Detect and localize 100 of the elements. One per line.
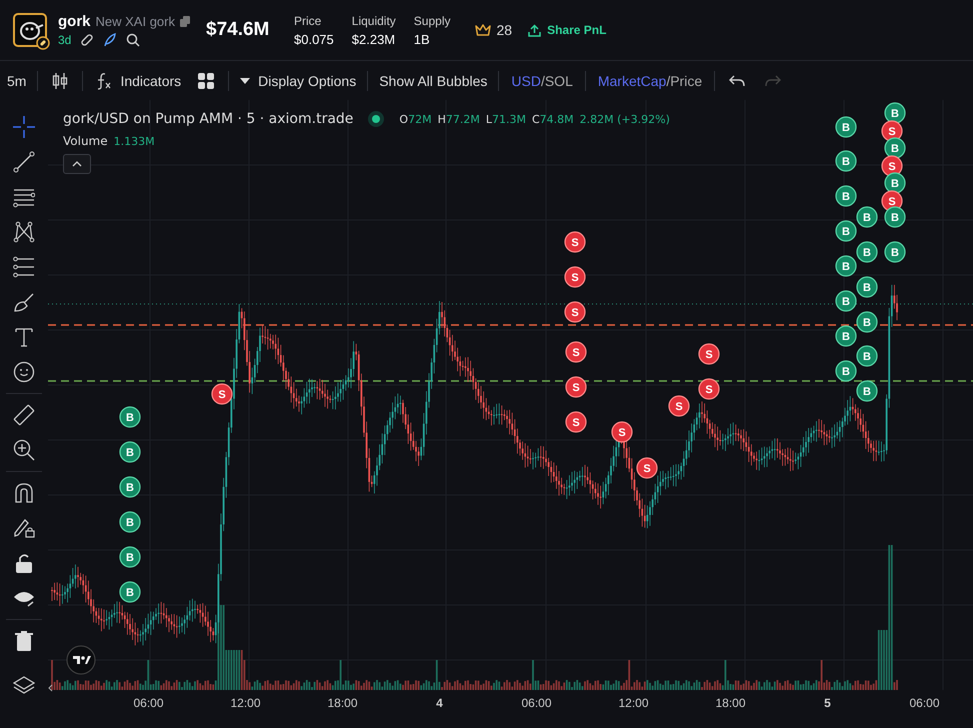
fib-levels-icon[interactable]: [13, 256, 35, 278]
zoom-in-icon[interactable]: [13, 439, 35, 461]
buy-bubble[interactable]: B: [119, 406, 141, 428]
indicators-button[interactable]: Indicators: [87, 68, 188, 94]
collapse-button[interactable]: [63, 154, 91, 174]
search-icon[interactable]: [126, 33, 140, 47]
buy-bubble[interactable]: B: [856, 206, 878, 228]
crosshair-icon[interactable]: [13, 116, 35, 138]
undo-icon[interactable]: [729, 74, 746, 86]
buy-bubble[interactable]: B: [856, 345, 878, 367]
time-axis-label: 18:00: [326, 696, 359, 710]
time-axis-label: 06:00: [520, 696, 553, 710]
show-bubbles-button[interactable]: Show All Bubbles: [372, 68, 494, 92]
change-value: 2.82M (+3.92%): [580, 112, 670, 126]
token-name: New XAI gork: [96, 14, 175, 29]
metric-option[interactable]: Price: [670, 72, 702, 88]
buy-bubble[interactable]: B: [835, 116, 857, 138]
upload-icon: [528, 24, 542, 36]
time-axis-label: 18:00: [714, 696, 747, 710]
sell-bubble[interactable]: S: [564, 231, 586, 253]
token-age: 3d: [58, 33, 72, 47]
time-axis-label: 5: [823, 696, 832, 710]
volume-label: Volume: [63, 134, 108, 148]
trash-icon[interactable]: [13, 630, 35, 652]
lock-icon[interactable]: [13, 552, 35, 574]
market-cap: $74.6M: [206, 19, 270, 41]
buy-bubble[interactable]: B: [835, 185, 857, 207]
buy-bubble[interactable]: B: [835, 325, 857, 347]
display-options-button[interactable]: Display Options: [233, 68, 364, 92]
holder-count: 28: [496, 22, 512, 38]
ruler-icon[interactable]: [13, 404, 35, 426]
sell-bubble[interactable]: S: [565, 341, 587, 363]
buy-bubble[interactable]: B: [856, 380, 878, 402]
buy-bubble[interactable]: B: [856, 311, 878, 333]
sell-bubble[interactable]: S: [564, 266, 586, 288]
brush-icon[interactable]: [13, 291, 35, 313]
link-icon[interactable]: [80, 33, 94, 47]
time-axis-label: 12:00: [617, 696, 650, 710]
chevron-left-icon[interactable]: [48, 684, 53, 692]
pill-icon: [36, 36, 50, 50]
sell-bubble[interactable]: S: [698, 343, 720, 365]
grid-icon[interactable]: [198, 72, 214, 88]
caret-icon: [240, 78, 250, 84]
currency-option[interactable]: SOL: [544, 72, 573, 88]
text-tool-icon[interactable]: [13, 326, 35, 348]
status-dot-icon: [367, 110, 386, 128]
separator-slash: /: [540, 72, 545, 88]
candlestick-icon[interactable]: [52, 72, 68, 90]
buy-bubble[interactable]: B: [856, 276, 878, 298]
trend-line-icon[interactable]: [13, 151, 35, 173]
buy-bubble[interactable]: B: [835, 290, 857, 312]
stat-value: $2.23M: [352, 32, 396, 46]
time-axis-label: 06:00: [908, 696, 941, 710]
buy-bubble[interactable]: B: [119, 546, 141, 568]
copy-icon[interactable]: [180, 16, 190, 27]
pattern-icon[interactable]: [13, 221, 35, 243]
time-axis-label: 12:00: [229, 696, 262, 710]
buy-bubble[interactable]: B: [856, 241, 878, 263]
buy-bubble[interactable]: B: [884, 241, 906, 263]
metric-option[interactable]: MarketCap: [598, 72, 666, 88]
sell-bubble[interactable]: S: [668, 395, 690, 417]
currency-option[interactable]: USD: [511, 72, 541, 88]
buy-bubble[interactable]: B: [835, 150, 857, 172]
stat-label: Supply: [414, 14, 450, 28]
volume-value: 1.133M: [114, 134, 155, 148]
token-avatar[interactable]: [13, 13, 47, 47]
separator-slash: /: [666, 72, 670, 88]
stat-value: $0.075: [294, 32, 334, 46]
buy-bubble[interactable]: B: [119, 441, 141, 463]
sell-bubble[interactable]: S: [564, 301, 586, 323]
pencil-lock-icon[interactable]: [13, 517, 35, 539]
ohlc-value: L71.3M: [486, 112, 526, 126]
ohlc-value: O72M: [399, 112, 432, 126]
sell-bubble[interactable]: S: [611, 421, 633, 443]
sell-bubble[interactable]: S: [636, 457, 658, 479]
time-axis-label: 4: [435, 696, 444, 710]
buy-bubble[interactable]: B: [835, 220, 857, 242]
buy-bubble[interactable]: B: [835, 360, 857, 382]
magnet-icon[interactable]: [13, 482, 35, 504]
buy-bubble[interactable]: B: [884, 206, 906, 228]
buy-bubble[interactable]: B: [119, 511, 141, 533]
token-symbol: gork: [58, 13, 91, 30]
sell-bubble[interactable]: S: [211, 383, 233, 405]
sell-bubble[interactable]: S: [565, 411, 587, 433]
sell-bubble[interactable]: S: [565, 376, 587, 398]
buy-bubble[interactable]: B: [119, 581, 141, 603]
ohlc-value: H77.2M: [438, 112, 480, 126]
layers-icon[interactable]: [13, 676, 35, 694]
interval-button[interactable]: 5m: [0, 68, 34, 92]
feather-icon[interactable]: [103, 33, 118, 47]
logo-icon[interactable]: [66, 645, 96, 675]
stat-label: Price: [294, 14, 322, 28]
stat-label: Liquidity: [352, 14, 396, 28]
crown-icon: [474, 24, 490, 36]
buy-bubble[interactable]: B: [835, 255, 857, 277]
ohlc-value: C74.8M: [532, 112, 574, 126]
sell-bubble[interactable]: S: [698, 378, 720, 400]
smiley-icon[interactable]: [13, 361, 35, 383]
buy-bubble[interactable]: B: [119, 476, 141, 498]
share-pnl-button[interactable]: Share PnL: [526, 21, 608, 39]
